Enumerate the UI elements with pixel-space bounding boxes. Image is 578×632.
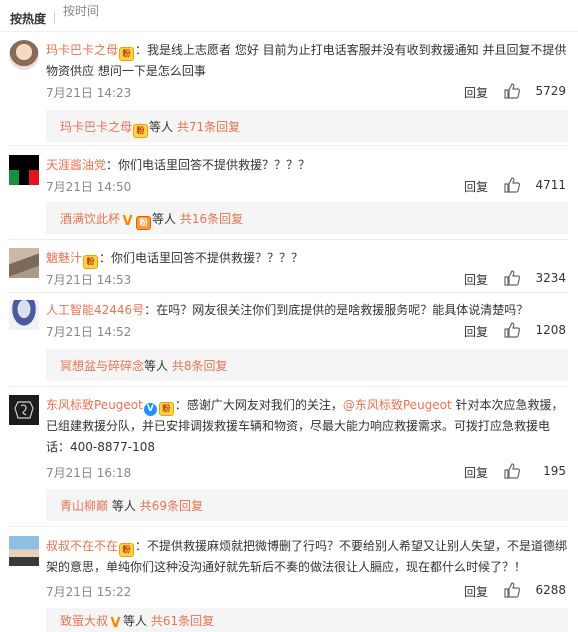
verified-v-icon: V bbox=[122, 214, 133, 229]
divider bbox=[9, 526, 568, 527]
timestamp: 7月21日 16:18 bbox=[46, 466, 132, 480]
comment-text: 魑魅汁粉：你们电话里回答不提供救援？？？？ bbox=[46, 248, 568, 269]
timestamp: 7月21日 14:50 bbox=[46, 180, 132, 194]
comment-meta: 7月21日 15:22 回复 6288 bbox=[46, 581, 568, 601]
reply-others-text: 等人 bbox=[149, 120, 174, 134]
reply-others-text: 等人 bbox=[152, 212, 177, 226]
username-link[interactable]: 玛卡巴卡之母 bbox=[46, 43, 118, 57]
reply-count-link[interactable]: 共16条回复 bbox=[180, 212, 243, 226]
comment-content: ：感谢广大网友对我们的关注， bbox=[174, 398, 343, 412]
peugeot-lion-logo-icon bbox=[14, 401, 34, 419]
comment-text: 天涯酱油党：你们电话里回答不提供救援？？？？ bbox=[46, 155, 568, 176]
reply-summary: 酒满饮此杯 V 粉等人 共16条回复 bbox=[60, 210, 243, 230]
reply-username[interactable]: 冥想盆与碎碎念 bbox=[60, 359, 144, 373]
reply-username[interactable]: 酒满饮此杯 bbox=[60, 212, 120, 226]
fan-badge-icon: 粉 bbox=[136, 216, 152, 230]
sort-by-time-tab[interactable]: 按时间 bbox=[63, 2, 99, 19]
comment-meta: 7月21日 16:18 回复 195 bbox=[46, 462, 568, 482]
reply-others-text: 等人 bbox=[144, 359, 169, 373]
thumbs-up-icon[interactable] bbox=[503, 321, 521, 339]
fan-badge-icon: 粉 bbox=[119, 47, 135, 61]
reply-others-text: 等人 bbox=[111, 499, 136, 513]
avatar[interactable] bbox=[9, 155, 39, 185]
like-count: 4711 bbox=[535, 178, 566, 192]
thumbs-up-icon[interactable] bbox=[503, 462, 521, 480]
divider bbox=[9, 239, 568, 240]
reply-username[interactable]: 致萤大叔 bbox=[60, 614, 108, 628]
reply-button[interactable]: 回复 bbox=[464, 323, 488, 340]
fan-badge-icon: 粉 bbox=[83, 255, 99, 269]
like-count: 6288 bbox=[535, 583, 566, 597]
comment-meta: 7月21日 14:23 回复 5729 bbox=[46, 82, 568, 102]
timestamp: 7月21日 14:53 bbox=[46, 273, 132, 287]
comment-text: 人工智能42446号：在吗？网友很关注你们到底提供的是啥救援服务呢？能具体说清楚… bbox=[46, 300, 568, 321]
verified-v-icon: V bbox=[143, 403, 157, 416]
avatar[interactable] bbox=[9, 248, 39, 278]
reply-summary: 青山柳巅 等人 共69条回复 bbox=[60, 497, 203, 514]
divider bbox=[9, 292, 568, 293]
timestamp: 7月21日 14:52 bbox=[46, 325, 132, 339]
comment-text: 玛卡巴卡之母粉：我是线上志愿者 您好 目前为止打电话客服并没有收到救援通知 并且… bbox=[46, 40, 568, 82]
reply-button[interactable]: 回复 bbox=[464, 583, 488, 600]
reply-count-link[interactable]: 共61条回复 bbox=[151, 614, 214, 628]
fan-badge-icon: 粉 bbox=[119, 543, 135, 557]
timestamp: 7月21日 15:22 bbox=[46, 585, 132, 599]
divider bbox=[9, 386, 568, 387]
avatar[interactable] bbox=[9, 536, 39, 566]
reply-button[interactable]: 回复 bbox=[464, 464, 488, 481]
reply-preview[interactable]: 青山柳巅 等人 共69条回复 bbox=[46, 489, 568, 521]
reply-preview[interactable]: 酒满饮此杯 V 粉等人 共16条回复 bbox=[46, 202, 568, 234]
thumbs-up-icon[interactable] bbox=[503, 176, 521, 194]
sort-bar: 按热度 按时间 bbox=[0, 0, 578, 32]
reply-username[interactable]: 玛卡巴卡之母 bbox=[60, 120, 132, 134]
username-link[interactable]: 东风标致Peugeot bbox=[46, 398, 143, 412]
reply-summary: 冥想盆与碎碎念等人 共8条回复 bbox=[60, 357, 228, 374]
like-count: 195 bbox=[543, 464, 566, 478]
reply-button[interactable]: 回复 bbox=[464, 271, 488, 288]
mention-link[interactable]: @东风标致Peugeot bbox=[343, 398, 452, 412]
reply-button[interactable]: 回复 bbox=[464, 178, 488, 195]
comment-text: 叔叔不在不在粉：不提供救援麻烦就把微博删了行吗？不要给别人希望又让别人失望，不是… bbox=[46, 536, 568, 578]
reply-others-text: 等人 bbox=[123, 614, 148, 628]
reply-preview[interactable]: 冥想盆与碎碎念等人 共8条回复 bbox=[46, 349, 568, 381]
reply-count-link[interactable]: 共71条回复 bbox=[177, 120, 240, 134]
comment-content: ：你们电话里回答不提供救援？？？？ bbox=[106, 158, 311, 172]
avatar[interactable] bbox=[9, 395, 39, 425]
comment-meta: 7月21日 14:52 回复 1208 bbox=[46, 321, 568, 341]
reply-count-link[interactable]: 共69条回复 bbox=[140, 499, 203, 513]
reply-count-link[interactable]: 共8条回复 bbox=[172, 359, 228, 373]
sort-by-hot-tab[interactable]: 按热度 bbox=[10, 10, 46, 27]
like-count: 1208 bbox=[535, 323, 566, 337]
avatar[interactable] bbox=[9, 40, 39, 70]
comment-meta: 7月21日 14:53 回复 3234 bbox=[46, 269, 568, 289]
comment-content: ：在吗？网友很关注你们到底提供的是啥救援服务呢？能具体说清楚吗？ bbox=[144, 303, 529, 317]
sort-divider bbox=[54, 11, 55, 24]
fan-badge-icon: 粉 bbox=[158, 402, 174, 416]
username-link[interactable]: 人工智能42446号 bbox=[46, 303, 144, 317]
thumbs-up-icon[interactable] bbox=[503, 82, 521, 100]
username-link[interactable]: 魑魅汁 bbox=[46, 251, 82, 265]
reply-button[interactable]: 回复 bbox=[464, 84, 488, 101]
verified-v-icon: V bbox=[110, 616, 121, 631]
reply-preview[interactable]: 玛卡巴卡之母粉等人 共71条回复 bbox=[46, 110, 568, 142]
reply-username[interactable]: 青山柳巅 bbox=[60, 499, 108, 513]
divider bbox=[9, 145, 568, 146]
fan-badge-icon: 粉 bbox=[133, 124, 149, 138]
comment-text: 东风标致Peugeot V 粉：感谢广大网友对我们的关注，@东风标致Peugeot … bbox=[46, 395, 568, 458]
reply-summary: 致萤大叔 V 等人 共61条回复 bbox=[60, 612, 214, 630]
comment-meta: 7月21日 14:50 回复 4711 bbox=[46, 176, 568, 196]
username-link[interactable]: 叔叔不在不在 bbox=[46, 539, 118, 553]
thumbs-up-icon[interactable] bbox=[503, 269, 521, 287]
like-count: 3234 bbox=[535, 271, 566, 285]
like-count: 5729 bbox=[535, 84, 566, 98]
avatar[interactable] bbox=[9, 300, 39, 330]
username-link[interactable]: 天涯酱油党 bbox=[46, 158, 106, 172]
reply-preview[interactable]: 致萤大叔 V 等人 共61条回复 bbox=[46, 608, 568, 632]
thumbs-up-icon[interactable] bbox=[503, 581, 521, 599]
reply-summary: 玛卡巴卡之母粉等人 共71条回复 bbox=[60, 118, 240, 138]
comment-content: ：你们电话里回答不提供救援？？？？ bbox=[99, 251, 304, 265]
timestamp: 7月21日 14:23 bbox=[46, 86, 132, 100]
